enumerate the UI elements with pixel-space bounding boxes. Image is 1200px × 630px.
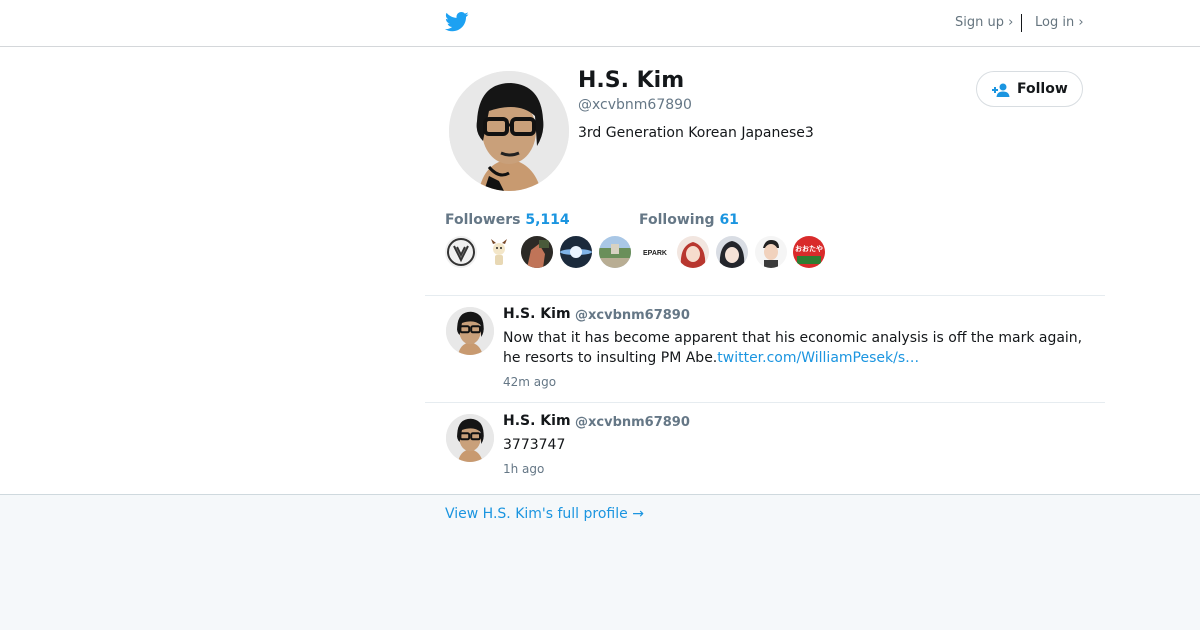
profile-handle: @xcvbnm67890 xyxy=(578,97,692,113)
follow-button-label: Follow xyxy=(1017,81,1068,97)
following-label: Following xyxy=(639,212,715,228)
profile-bio: 3rd Generation Korean Japanese3 xyxy=(578,125,814,141)
followers-count: 5,114 xyxy=(525,212,570,228)
tweet-text: 3773747 xyxy=(503,437,566,453)
following-avatar-anime-girl-red[interactable] xyxy=(677,236,709,268)
follow-button[interactable]: Follow xyxy=(976,71,1083,107)
following-avatar-cartoon-man[interactable] xyxy=(755,236,787,268)
tweet-author-handle[interactable]: @xcvbnm67890 xyxy=(575,415,690,430)
tweet-author-name[interactable]: H.S. Kim xyxy=(503,306,571,322)
followers-label: Followers xyxy=(445,212,521,228)
tweet-avatar[interactable] xyxy=(446,307,494,355)
nav-separator xyxy=(1021,14,1022,32)
tweets-divider xyxy=(425,402,1105,403)
red-logo-text: おおたや xyxy=(795,244,823,253)
follower-avatar-park-photo[interactable] xyxy=(599,236,631,268)
follower-avatar-emblem[interactable] xyxy=(445,236,477,268)
tweet-avatar[interactable] xyxy=(446,414,494,462)
tweets-divider-top xyxy=(425,295,1105,296)
tweet-text: Now that it has become apparent that his… xyxy=(503,328,1093,368)
epark-logo-text: EPARK xyxy=(643,250,667,257)
following-avatar-red-logo[interactable]: おおたや xyxy=(793,236,825,268)
following-count: 61 xyxy=(719,212,739,228)
tweet-timestamp[interactable]: 42m ago xyxy=(503,375,556,389)
follower-avatar-cartoon-dog[interactable] xyxy=(483,236,515,268)
following-avatar-epark-logo[interactable]: EPARK xyxy=(639,236,671,268)
login-link[interactable]: Log in › xyxy=(1035,15,1084,30)
following-stat[interactable]: Following 61 xyxy=(639,212,739,228)
followers-stat[interactable]: Followers 5,114 xyxy=(445,212,570,228)
tweet-timestamp[interactable]: 1h ago xyxy=(503,462,544,476)
tweet-link[interactable]: twitter.com/WilliamPesek/s… xyxy=(717,350,919,366)
twitter-bird-icon[interactable] xyxy=(445,11,469,33)
following-avatar-anime-girl-dark[interactable] xyxy=(716,236,748,268)
tweet-author-handle[interactable]: @xcvbnm67890 xyxy=(575,308,690,323)
profile-name: H.S. Kim xyxy=(578,68,685,93)
tweet-author-name[interactable]: H.S. Kim xyxy=(503,413,571,429)
view-full-profile-link[interactable]: View H.S. Kim's full profile → xyxy=(445,506,644,522)
add-user-icon xyxy=(992,83,1010,97)
signup-link[interactable]: Sign up › xyxy=(955,15,1013,30)
follower-avatar-light-burst[interactable] xyxy=(560,236,592,268)
profile-avatar[interactable] xyxy=(449,71,569,191)
follower-avatar-hand-photo[interactable] xyxy=(521,236,553,268)
top-bar: Sign up › Log in › xyxy=(0,0,1200,47)
